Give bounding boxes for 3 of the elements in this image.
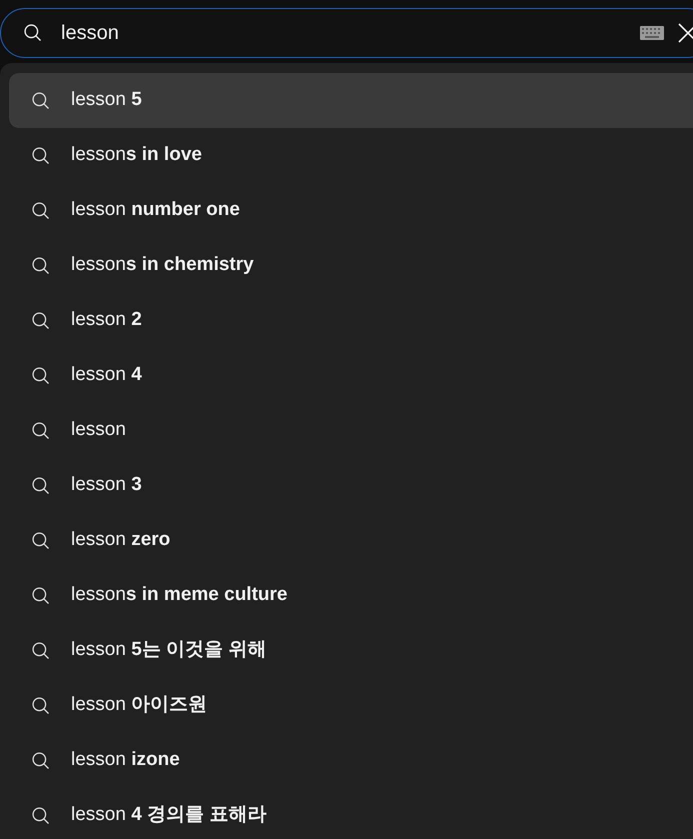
search-field[interactable]: lesson (0, 8, 693, 58)
suggestion-item[interactable]: lesson 5 (9, 73, 693, 128)
search-query: lesson (61, 21, 119, 46)
